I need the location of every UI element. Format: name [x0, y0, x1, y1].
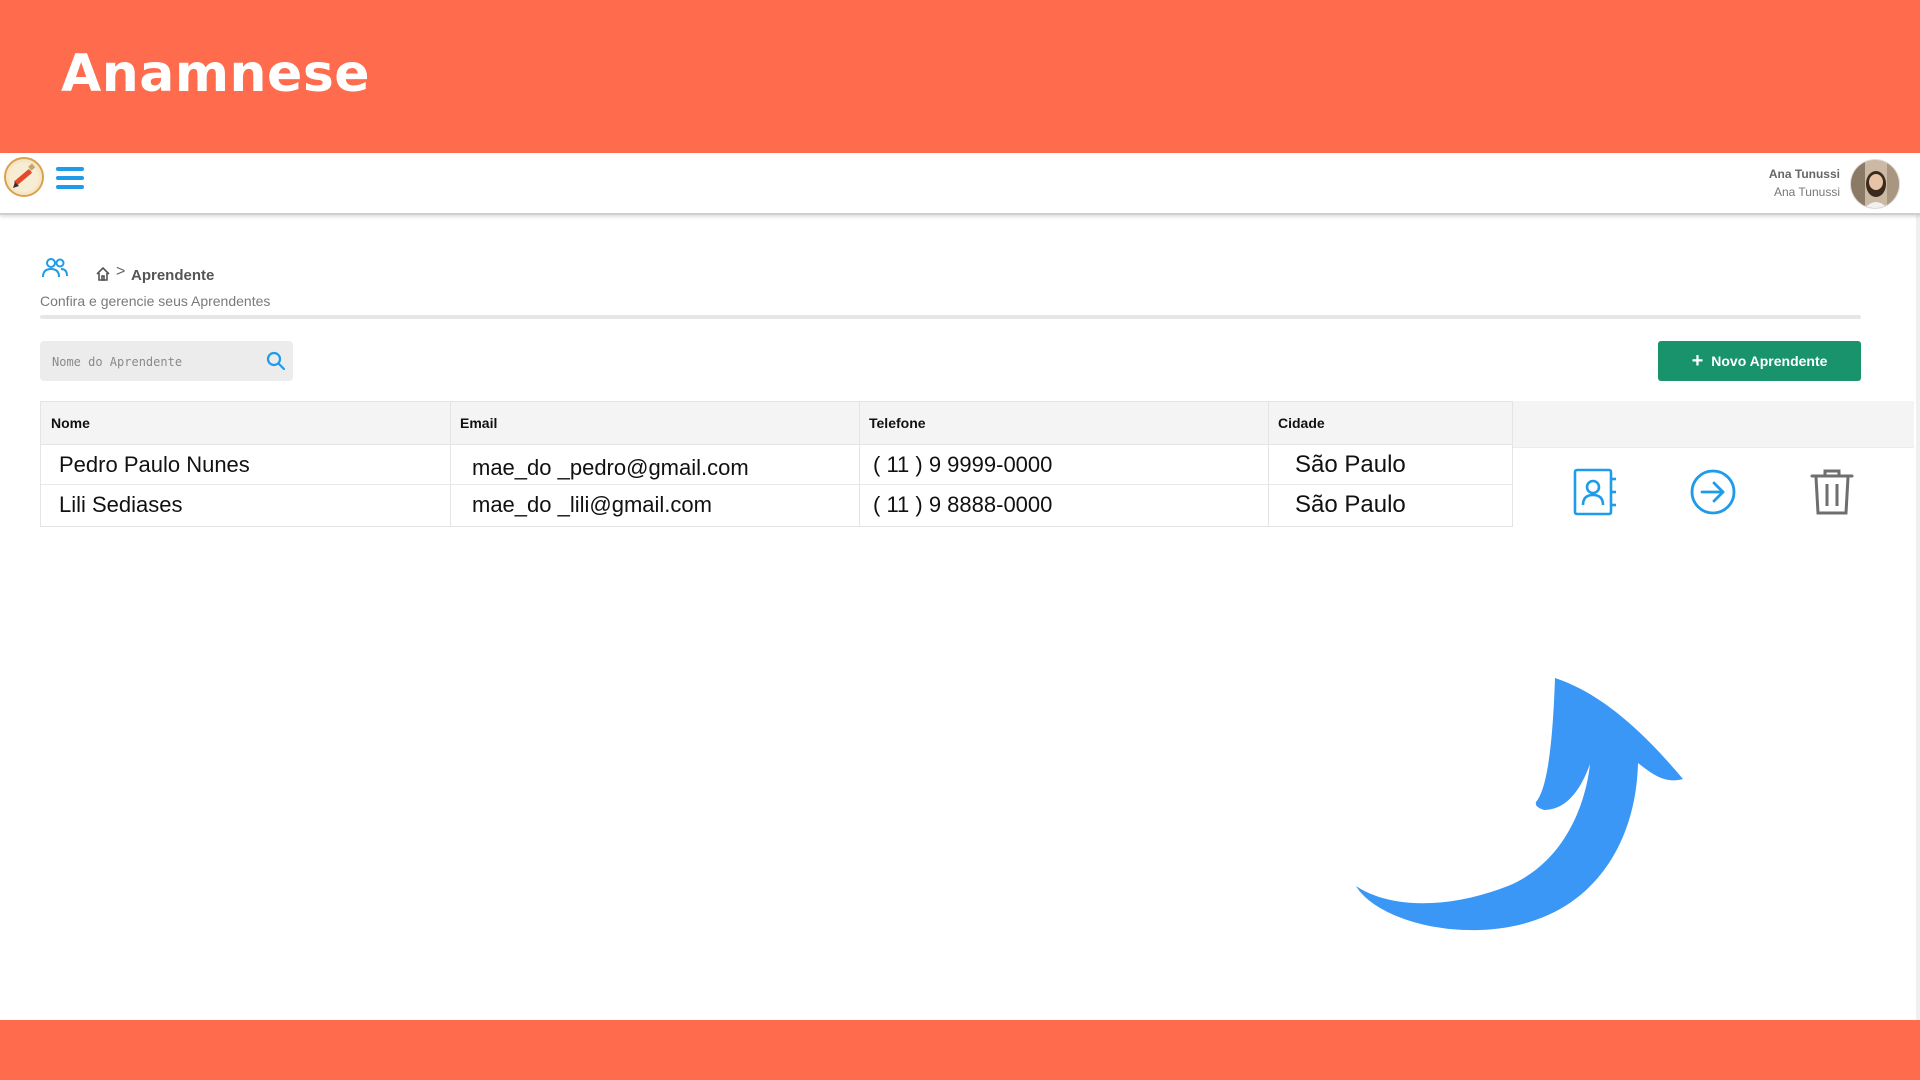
cell-email: mae_do _pedro@gmail.com: [472, 455, 749, 480]
aprendentes-table: Nome Email Telefone Cidade Pedro Paulo N…: [40, 401, 1513, 527]
new-aprendente-button[interactable]: + Novo Aprendente: [1658, 341, 1861, 381]
top-navbar: Ana Tunussi Ana Tunussi: [0, 153, 1920, 215]
table-row[interactable]: Lili Sediases mae_do _lili@gmail.com ( 1…: [41, 484, 1512, 526]
breadcrumb-current: Aprendente: [131, 267, 215, 284]
top-banner: Anamnese: [0, 0, 1920, 153]
cell-telefone: ( 11 ) 9 8888-0000: [873, 492, 1053, 517]
new-aprendente-label: Novo Aprendente: [1711, 353, 1828, 369]
trash-icon[interactable]: [1808, 467, 1856, 517]
header-divider: [40, 315, 1861, 319]
bottom-banner: [0, 1020, 1920, 1080]
actions-header: [1513, 401, 1914, 448]
cell-cidade: São Paulo: [1295, 451, 1406, 478]
column-header-email[interactable]: Email: [450, 402, 859, 444]
cell-nome: Lili Sediases: [59, 492, 183, 517]
users-icon: [42, 257, 68, 279]
home-icon[interactable]: [95, 266, 111, 282]
cell-nome: Pedro Paulo Nunes: [59, 452, 250, 477]
pencil-logo-icon[interactable]: [4, 157, 44, 197]
column-header-nome[interactable]: Nome: [41, 402, 450, 444]
search-icon[interactable]: [266, 351, 286, 371]
table-header: Nome Email Telefone Cidade: [41, 402, 1512, 445]
page-subtitle: Confira e gerencie seus Aprendentes: [40, 293, 271, 309]
search-input[interactable]: [50, 341, 254, 383]
banner-title: Anamnese: [61, 44, 371, 104]
breadcrumb-separator: >: [116, 263, 126, 280]
table-row[interactable]: Pedro Paulo Nunes mae_do _pedro@gmail.co…: [41, 445, 1512, 486]
cell-cidade: São Paulo: [1295, 491, 1406, 518]
user-name: Ana Tunussi: [1768, 167, 1840, 181]
contact-card-icon[interactable]: [1571, 467, 1619, 517]
column-header-telefone[interactable]: Telefone: [859, 402, 1268, 444]
hamburger-menu-icon[interactable]: [56, 167, 84, 191]
curved-arrow-icon: [1340, 678, 1700, 958]
user-subtitle: Ana Tunussi: [1773, 185, 1840, 199]
app-window: Ana Tunussi Ana Tunussi > Aprendente Con…: [0, 153, 1920, 1020]
cell-telefone: ( 11 ) 9 9999-0000: [873, 452, 1053, 477]
avatar[interactable]: [1850, 159, 1900, 209]
search-box: [40, 341, 293, 383]
plus-icon: +: [1691, 350, 1704, 372]
row-actions-panel: [1513, 401, 1914, 527]
arrow-right-circle-icon[interactable]: [1688, 467, 1736, 517]
cell-email: mae_do _lili@gmail.com: [472, 492, 712, 517]
column-header-cidade[interactable]: Cidade: [1268, 402, 1514, 444]
